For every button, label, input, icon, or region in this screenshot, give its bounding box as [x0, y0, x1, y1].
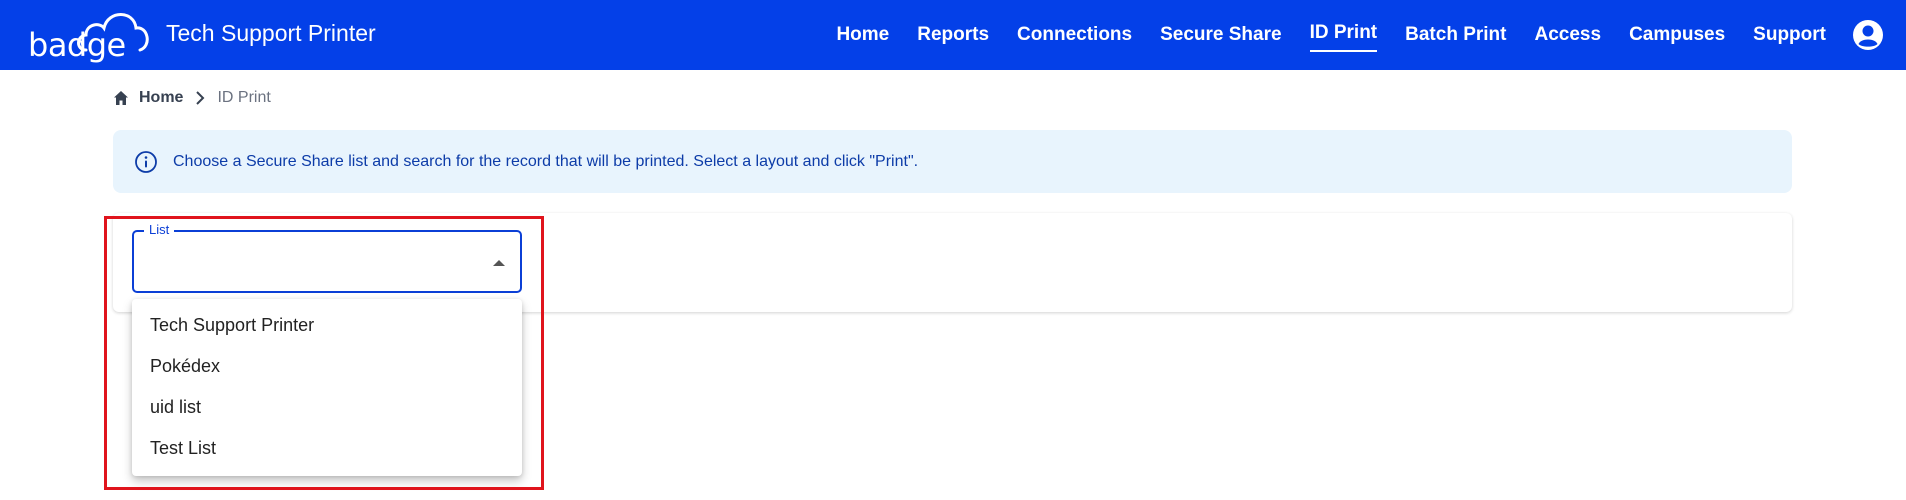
list-option[interactable]: Test List	[132, 428, 522, 469]
nav-batch-print[interactable]: Batch Print	[1405, 0, 1506, 70]
breadcrumb-home-link[interactable]: Home	[139, 89, 183, 107]
breadcrumb-current: ID Print	[217, 89, 271, 106]
nav-campuses[interactable]: Campuses	[1629, 0, 1725, 70]
top-bar: badge Tech Support Printer Home Reports …	[0, 0, 1906, 70]
list-select-label: List	[144, 222, 175, 237]
nav-secure-share[interactable]: Secure Share	[1160, 0, 1281, 70]
info-icon	[135, 150, 157, 173]
list-option[interactable]: Pokédex	[132, 346, 522, 387]
app-title: Tech Support Printer	[166, 20, 376, 46]
chevron-right-icon	[196, 91, 205, 105]
breadcrumb: Home ID Print	[113, 89, 271, 107]
nav-support[interactable]: Support	[1753, 0, 1826, 70]
nav-connections[interactable]: Connections	[1017, 0, 1132, 70]
main-nav: Home Reports Connections Secure Share ID…	[808, 0, 1906, 70]
caret-up-icon[interactable]	[492, 259, 506, 267]
nav-id-print[interactable]: ID Print	[1309, 0, 1377, 68]
home-icon	[114, 91, 128, 105]
list-option[interactable]: uid list	[132, 387, 522, 428]
logo-text: badge	[28, 26, 126, 64]
nav-access[interactable]: Access	[1535, 0, 1602, 70]
info-banner: Choose a Secure Share list and search fo…	[113, 130, 1792, 193]
list-option[interactable]: Tech Support Printer	[132, 305, 522, 346]
badge-logo[interactable]: badge	[26, 4, 156, 66]
info-text: Choose a Secure Share list and search fo…	[173, 152, 919, 170]
list-dropdown-menu: Tech Support Printer Pokédex uid list Te…	[132, 299, 522, 476]
nav-reports[interactable]: Reports	[917, 0, 989, 70]
list-select[interactable]: List	[132, 222, 522, 293]
user-circle-icon[interactable]	[1852, 19, 1884, 51]
nav-home[interactable]: Home	[836, 0, 889, 70]
